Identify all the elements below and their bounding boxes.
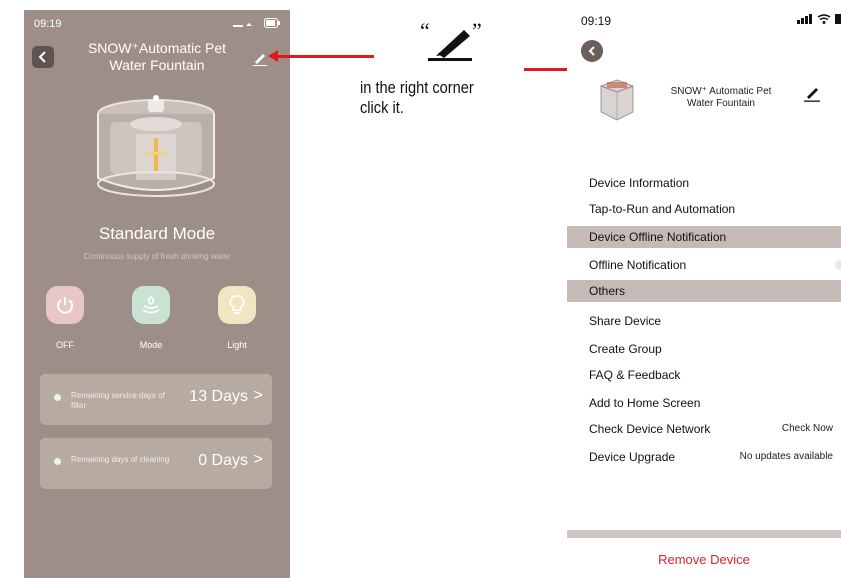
device-name-line-1: SNOW⁺ Automatic Pet [670, 86, 772, 97]
divider [567, 530, 841, 538]
menu-check-device-network[interactable]: Check Device Network Check Now [567, 418, 841, 440]
off-label: OFF [56, 340, 74, 350]
menu-share-device[interactable]: Share Device [567, 310, 841, 332]
status-time: 09:19 [581, 14, 612, 28]
light-button[interactable] [218, 286, 256, 324]
device-settings-screen: 09:19 SNOW⁺ Automatic Pet Water Fountain… [567, 0, 841, 578]
menu-device-information[interactable]: Device Information [567, 172, 841, 194]
wifi-icon [233, 23, 253, 27]
menu-label: Share Device [589, 314, 662, 328]
section-device-offline-notification: Device Offline Notification [567, 226, 841, 248]
device-name: SNOW⁺ Automatic Pet Water Fountain [661, 86, 781, 110]
chevron-right-icon: > [253, 387, 263, 404]
menu-create-group[interactable]: Create Group [567, 338, 841, 360]
title-line-1: SNOW⁺Automatic Pet [87, 40, 227, 56]
menu-tap-to-run[interactable]: Tap-to-Run and Automation [567, 198, 841, 220]
menu-label: Offline Notification [589, 258, 687, 272]
chevron-left-icon [38, 51, 46, 63]
menu-label: FAQ & Feedback [589, 368, 681, 382]
wifi-icon [817, 14, 831, 24]
status-dot [54, 458, 61, 465]
status-time: 09:19 [34, 18, 62, 30]
battery-icon [835, 14, 841, 24]
edit-pencil-icon[interactable] [803, 84, 821, 102]
filter-days-card[interactable]: Remaining service days of filter 13 Days… [40, 374, 272, 425]
menu-label: Create Group [589, 342, 662, 356]
status-dot [54, 394, 61, 401]
lightbulb-icon [229, 295, 245, 314]
menu-label: Check Device Network [589, 422, 711, 436]
light-control[interactable]: Light [212, 286, 262, 350]
quote-close: ” [472, 18, 482, 43]
device-panel-screen: 09:19 SNOW⁺Automatic Pet Water Fountain [24, 10, 290, 578]
status-icons [796, 14, 841, 27]
signal-icon [796, 14, 812, 24]
fountain-image [97, 95, 215, 197]
remove-device-button[interactable]: Remove Device [567, 552, 841, 567]
chevron-left-icon [588, 46, 595, 56]
check-now-link[interactable]: Check Now [782, 423, 833, 434]
back-button[interactable] [32, 46, 54, 68]
back-button[interactable] [581, 40, 603, 62]
device-thumbnail [600, 79, 634, 121]
power-icon [57, 297, 73, 314]
menu-add-to-home-screen[interactable]: Add to Home Screen [567, 392, 841, 414]
menu-device-upgrade[interactable]: Device Upgrade No updates available [567, 446, 841, 468]
filter-days-label: Remaining service days of filter [71, 391, 165, 410]
cleaning-days-value: 0 Days [198, 452, 248, 469]
light-label: Light [227, 340, 247, 350]
device-name-line-2: Water Fountain [687, 98, 755, 109]
upgrade-status: No updates available [739, 451, 833, 462]
menu-offline-notification[interactable]: Offline Notification [567, 254, 841, 276]
page-title: SNOW⁺Automatic Pet Water Fountain [72, 40, 242, 74]
off-button[interactable] [46, 286, 84, 324]
offline-notification-toggle[interactable] [835, 260, 841, 270]
mode-button[interactable] [132, 286, 170, 324]
edit-pencil-icon[interactable] [252, 50, 268, 66]
instruction-text: in the right corner click it. [360, 78, 474, 118]
status-bar: 09:19 [34, 18, 280, 32]
menu-label: Tap-to-Run and Automation [589, 202, 736, 216]
title-line-2: Water Fountain [109, 57, 205, 73]
cleaning-days-card[interactable]: Remaining days of cleaning 0 Days > [40, 438, 272, 489]
instruction-line-2: click it. [360, 98, 404, 117]
mode-label: Mode [139, 340, 163, 350]
battery-icon [264, 18, 280, 28]
off-control[interactable]: OFF [40, 286, 90, 350]
mode-subtitle: Continuous supply of fresh drinking wate… [83, 252, 231, 261]
mode-control[interactable]: Mode [126, 286, 176, 350]
annotation-arrow-left [272, 55, 374, 58]
section-others: Others [567, 280, 841, 302]
menu-label: Device Upgrade [589, 450, 676, 464]
status-icons [233, 18, 280, 31]
section-label: Others [589, 284, 626, 298]
chevron-right-icon: > [253, 451, 263, 468]
fountain-mode-icon [142, 296, 160, 314]
menu-label: Device Information [589, 176, 690, 190]
instruction-line-1: in the right corner [360, 78, 474, 97]
menu-faq-feedback[interactable]: FAQ & Feedback [567, 364, 841, 386]
menu-label: Add to Home Screen [589, 396, 701, 410]
cleaning-days-label: Remaining days of cleaning [71, 455, 170, 464]
section-label: Device Offline Notification [589, 230, 727, 244]
pencil-callout-icon: “ ” [420, 18, 482, 61]
mode-title: Standard Mode [98, 224, 216, 243]
filter-days-value: 13 Days [189, 388, 248, 405]
quote-open: “ [420, 18, 430, 43]
